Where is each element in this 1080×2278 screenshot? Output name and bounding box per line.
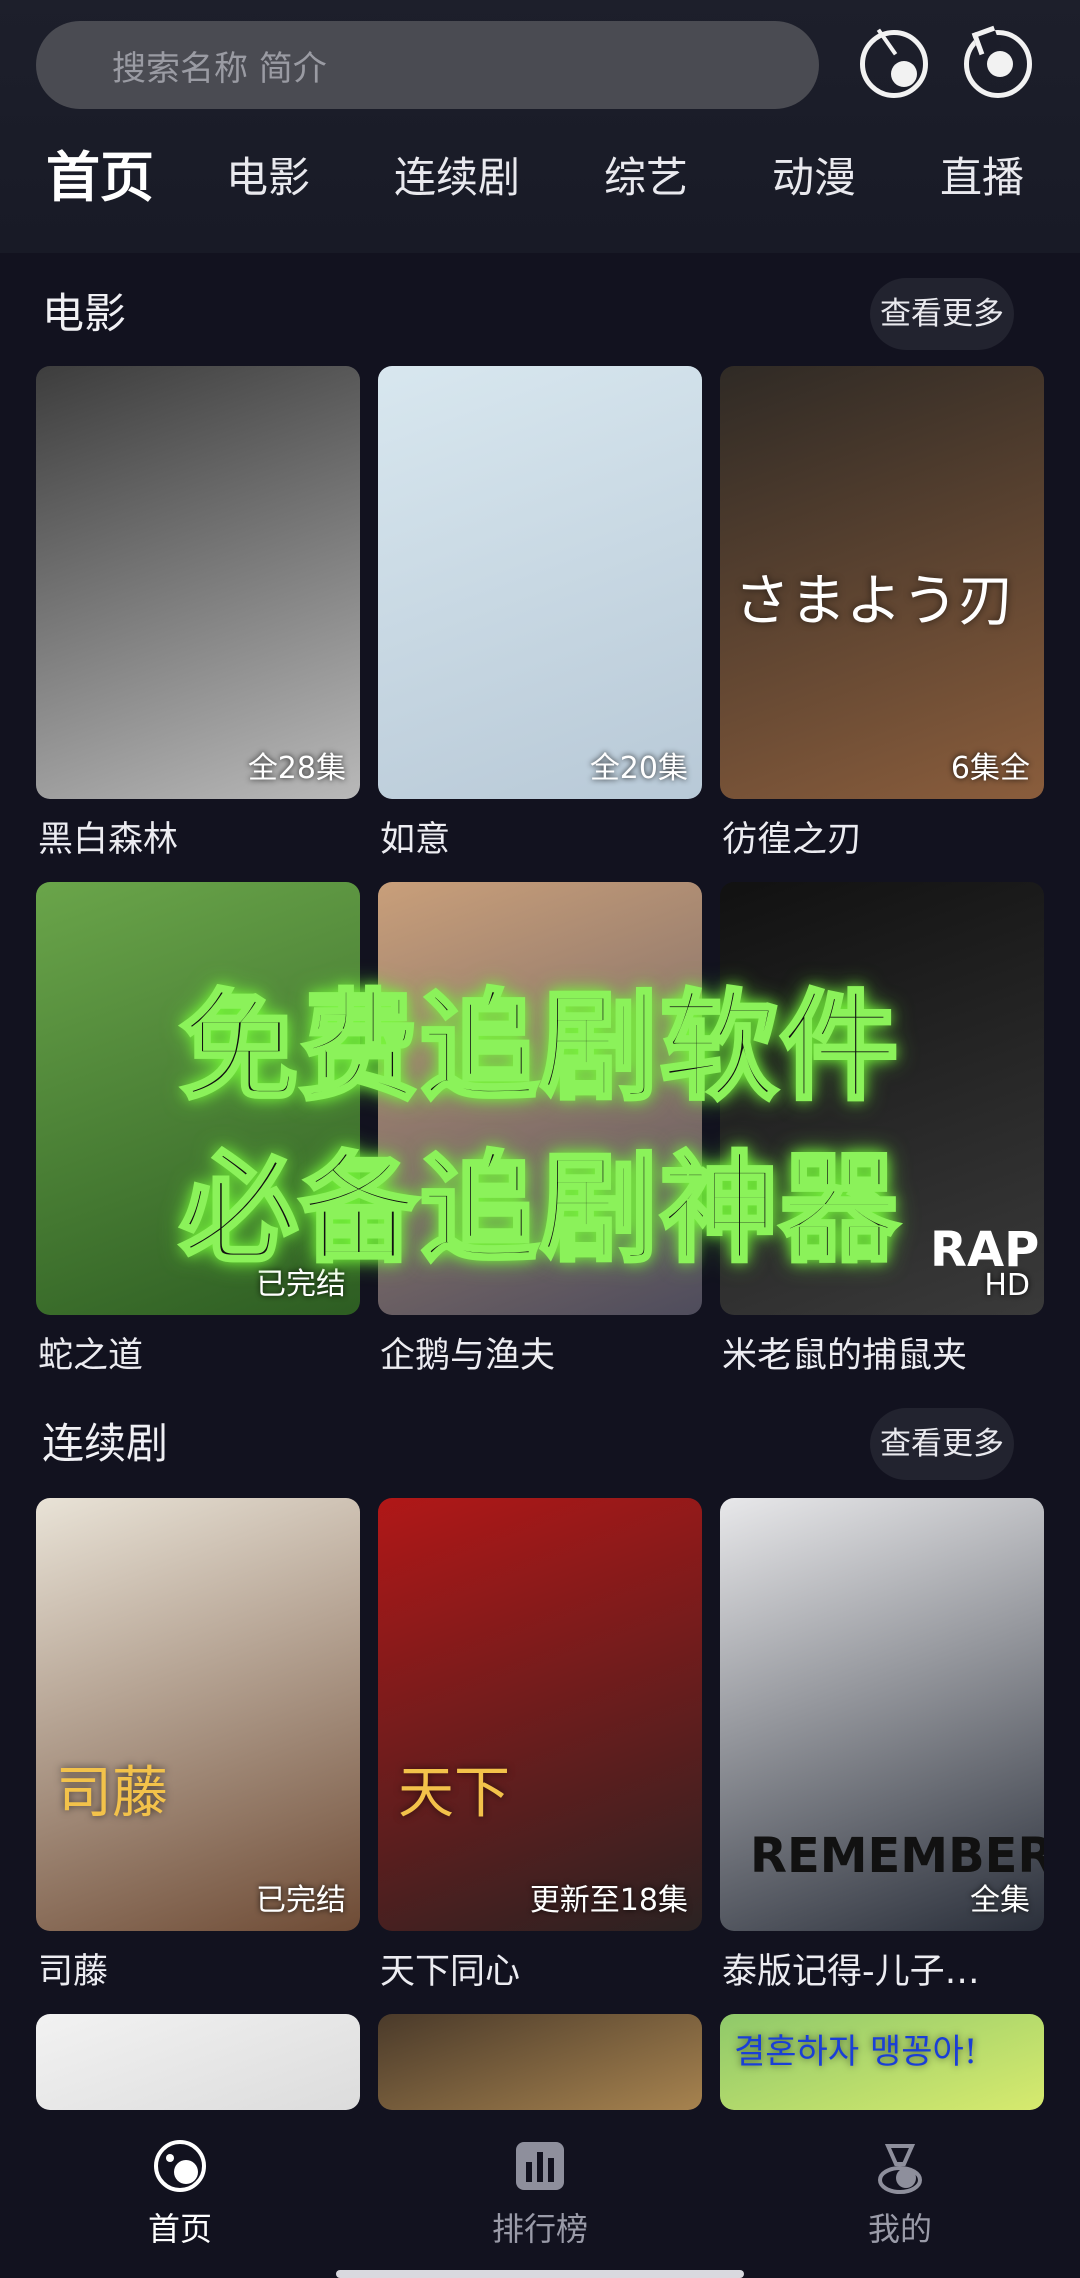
poster-image[interactable]: 全28集 [36, 366, 360, 799]
search-placeholder: 搜索名称 简介 [112, 48, 327, 89]
media-title[interactable]: 天下同心 [380, 1943, 702, 1994]
episode-badge: 全20集 [589, 751, 688, 786]
nav-ranking-label: 排行榜 [491, 2210, 588, 2248]
promo-line-2: 必备追剧神器 [178, 1140, 900, 1278]
ranking-icon [512, 2138, 568, 2194]
episode-badge: 更新至18集 [529, 1883, 688, 1918]
media-title[interactable]: 司藤 [38, 1943, 360, 1994]
bottom-navigation: 首页 排行榜 我的 [0, 2110, 1080, 2278]
section-title-series: 连续剧 [42, 1419, 169, 1468]
nav-ranking[interactable]: 排行榜 [450, 2138, 630, 2250]
tab-home[interactable]: 首页 [46, 128, 154, 228]
nav-profile-label: 我的 [867, 2210, 932, 2248]
poster-title-art: さまよう刃 [734, 569, 1014, 634]
nav-home-label: 首页 [147, 2210, 212, 2248]
poster-image[interactable]: 司藤已完结 [36, 1498, 360, 1931]
episode-badge: 6集全 [950, 751, 1030, 786]
section-title-movies: 电影 [42, 289, 127, 338]
tab-live[interactable]: 直播 [940, 128, 1024, 228]
poster-image[interactable]: 天下更新至18集 [378, 1498, 702, 1931]
poster-image[interactable]: 全20集 [378, 366, 702, 799]
tab-movies[interactable]: 电影 [226, 128, 310, 228]
tab-anime[interactable]: 动漫 [772, 128, 856, 228]
promo-line-1: 免费追剧软件 [178, 978, 900, 1116]
media-title[interactable]: 如意 [380, 811, 702, 862]
episode-badge: 全28集 [247, 751, 346, 786]
episode-badge: 已完结 [256, 1883, 346, 1918]
nav-home[interactable]: 首页 [90, 2138, 270, 2250]
poster-image[interactable]: 결혼하자 맹꽁아! [720, 2014, 1044, 2110]
poster-image[interactable]: REMEMBER 全集 [720, 1498, 1044, 1931]
tab-series[interactable]: 连续剧 [394, 128, 520, 228]
refresh-icon[interactable] [964, 30, 1032, 98]
poster-image[interactable]: さまよう刃 6集全 [720, 366, 1044, 799]
home-indicator[interactable] [336, 2270, 744, 2278]
episode-badge: 全集 [970, 1883, 1030, 1918]
poster-image[interactable] [378, 2014, 702, 2110]
poster-title-art: 결혼하자 맹꽁아! [734, 2032, 978, 2072]
media-title[interactable]: 蛇之道 [38, 1327, 360, 1378]
watch-history-icon[interactable] [860, 30, 928, 98]
media-title[interactable]: 黑白森林 [38, 811, 360, 862]
series-more-button[interactable]: 查看更多 [870, 1408, 1014, 1480]
nav-profile[interactable]: 我的 [810, 2138, 990, 2250]
media-title[interactable]: 企鹅与渔夫 [380, 1327, 702, 1378]
poster-title-art: 天下 [398, 1761, 510, 1826]
tab-variety[interactable]: 综艺 [604, 128, 688, 228]
poster-title-art: 司藤 [56, 1761, 168, 1826]
movies-more-button[interactable]: 查看更多 [870, 278, 1014, 350]
home-planet-icon [152, 2138, 208, 2194]
poster-image[interactable] [36, 2014, 360, 2110]
media-title[interactable]: 米老鼠的捕鼠夹 [722, 1327, 1044, 1378]
top-header: 搜索名称 简介 首页 电影 连续剧 综艺 动漫 直播 [0, 0, 1080, 253]
episode-badge: HD [984, 1268, 1030, 1303]
category-tabs: 首页 电影 连续剧 综艺 动漫 直播 [0, 128, 1080, 228]
media-title[interactable]: 泰版记得-儿子… [722, 1943, 1044, 1994]
search-input[interactable]: 搜索名称 简介 [36, 21, 819, 109]
profile-icon [872, 2138, 928, 2194]
media-title[interactable]: 彷徨之刃 [722, 811, 1044, 862]
